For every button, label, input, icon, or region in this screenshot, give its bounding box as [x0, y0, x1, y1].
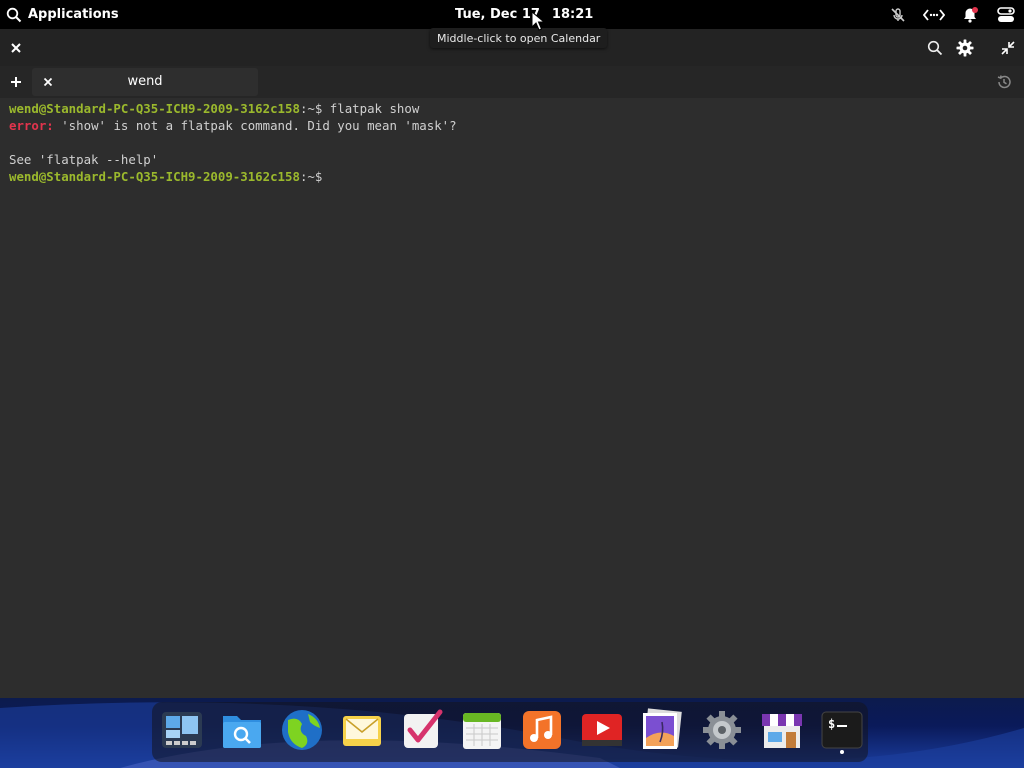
store-icon: [762, 714, 802, 748]
error-label: error:: [9, 118, 54, 133]
applications-label: Applications: [28, 7, 119, 22]
plus-icon: [11, 77, 21, 87]
calendar-tooltip: Middle-click to open Calendar: [430, 28, 608, 48]
search-icon: [6, 7, 22, 22]
prompt-user-host: wend@Standard-PC-Q35-ICH9-2009-3162c158: [9, 101, 300, 116]
dock-appcenter[interactable]: [760, 708, 804, 752]
close-tab-button[interactable]: [36, 68, 60, 96]
tab-label: wend: [127, 74, 163, 89]
dock-system-settings[interactable]: [700, 708, 744, 752]
dock-calendar[interactable]: [460, 708, 504, 752]
tab-bar: wend: [0, 66, 1024, 98]
gear-icon: [703, 711, 741, 749]
terminal-icon: $: [821, 711, 863, 749]
globe-icon: [282, 710, 322, 750]
command-text: flatpak show: [322, 101, 420, 116]
dock-photos[interactable]: [640, 708, 684, 752]
checkmark-icon: [404, 709, 443, 748]
dock-tasks[interactable]: [400, 708, 444, 752]
tab-wend[interactable]: wend: [32, 68, 258, 96]
dock-files[interactable]: [220, 708, 264, 752]
close-window-button[interactable]: [0, 29, 32, 66]
prompt-user-host: wend@Standard-PC-Q35-ICH9-2009-3162c158: [9, 169, 300, 184]
date-label: Tue, Dec 17: [455, 7, 540, 22]
svg-text:$: $: [828, 717, 835, 731]
find-button[interactable]: [919, 29, 951, 66]
network-wired-icon[interactable]: [916, 0, 952, 29]
dock-web-browser[interactable]: [280, 708, 324, 752]
calendar-icon: [463, 713, 501, 749]
close-icon: [43, 77, 53, 87]
dock-mail[interactable]: [340, 708, 384, 752]
terminal-output[interactable]: wend@Standard-PC-Q35-ICH9-2009-3162c158:…: [0, 98, 1024, 698]
dock-terminal[interactable]: $: [820, 708, 864, 752]
history-icon: [997, 75, 1011, 89]
search-icon: [927, 40, 943, 55]
prompt-path: :~$: [299, 169, 323, 184]
photos-icon: [643, 708, 682, 749]
running-indicator: [840, 750, 844, 754]
error-message: 'show' is not a flatpak command. Did you…: [53, 118, 457, 133]
system-indicators: [880, 0, 1024, 29]
applications-menu-button[interactable]: Applications: [6, 0, 119, 29]
play-icon: [582, 714, 622, 746]
mouse-pointer-icon: [531, 11, 545, 31]
power-toggle-icon[interactable]: [988, 0, 1024, 29]
dock-multitasking-view[interactable]: [160, 708, 204, 752]
closed-tabs-history-button[interactable]: [988, 66, 1020, 98]
multitasking-view-icon: [162, 712, 202, 748]
date-time-indicator[interactable]: Tue, Dec 17 18:21: [455, 0, 593, 29]
terminal-line: error: 'show' is not a flatpak command. …: [9, 117, 1015, 134]
gear-icon: [956, 39, 974, 56]
close-icon: [11, 42, 21, 53]
settings-button[interactable]: [949, 29, 981, 66]
dock-videos[interactable]: [580, 708, 624, 752]
mail-icon: [343, 716, 381, 746]
restore-window-icon: [1001, 40, 1015, 55]
terminal-line: See 'flatpak --help': [9, 152, 159, 167]
files-icon: [223, 716, 261, 748]
prompt-path: :~$: [299, 101, 323, 116]
dock-area: $: [0, 698, 1024, 768]
dock-music[interactable]: [520, 708, 564, 752]
terminal-line: wend@Standard-PC-Q35-ICH9-2009-3162c158:…: [9, 100, 1015, 117]
music-note-icon: [523, 711, 561, 749]
top-panel: Applications Tue, Dec 17 18:21: [0, 0, 1024, 29]
terminal-line: wend@Standard-PC-Q35-ICH9-2009-3162c158:…: [9, 168, 1015, 185]
notifications-icon[interactable]: [952, 0, 988, 29]
microphone-muted-icon[interactable]: [880, 0, 916, 29]
unmaximize-button[interactable]: [992, 29, 1024, 66]
time-label: 18:21: [551, 7, 594, 22]
new-tab-button[interactable]: [0, 66, 32, 98]
